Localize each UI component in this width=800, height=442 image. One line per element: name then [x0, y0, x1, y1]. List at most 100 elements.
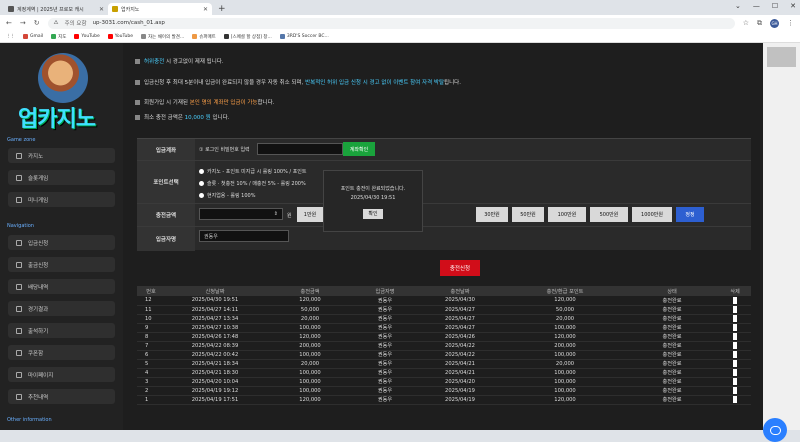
browser-tab-2[interactable]: 업카지노 ✕	[108, 3, 212, 15]
delete-row-button[interactable]	[733, 342, 737, 349]
dialog-ok-button[interactable]: 확인	[363, 209, 383, 219]
reset-amount-button[interactable]: 정정	[676, 207, 704, 222]
menu-icon[interactable]: ⋮	[787, 19, 794, 27]
delete-row-button[interactable]	[733, 296, 737, 304]
bookmark-item[interactable]: YouTube	[74, 34, 100, 39]
col-header: 신청날짜	[165, 286, 265, 296]
warning-icon: ⚠	[53, 20, 59, 26]
delete-row-button[interactable]	[733, 306, 737, 313]
address-bar-row: ← → ↻ ⚠ 주의 요함 up-3031.com/cash_01.asp ☆ …	[0, 15, 800, 31]
sidebar-item-bet-history[interactable]: 배당내역	[8, 279, 115, 294]
close-tab-icon[interactable]: ✕	[99, 6, 104, 13]
close-tab-icon[interactable]: ✕	[203, 6, 208, 13]
url-bar[interactable]: ⚠ 주의 요함 up-3031.com/cash_01.asp	[47, 17, 735, 29]
table-cell: 2025/04/19 17:51	[165, 395, 265, 405]
account-label: 입금계좌	[137, 139, 195, 160]
minimize-icon[interactable]: —	[753, 2, 760, 10]
delete-row-button[interactable]	[733, 360, 737, 367]
radio-icon	[199, 181, 204, 186]
forward-icon[interactable]: →	[20, 19, 26, 27]
amount-1m-button[interactable]: 100만원	[548, 207, 586, 222]
bookmark-item[interactable]: 3RD'S Soccer BC...	[279, 34, 329, 39]
bookmark-item[interactable]: 지도	[51, 34, 66, 40]
bookmark-item[interactable]: [스페셜 할 상점] 창...	[223, 34, 272, 40]
delete-row-button[interactable]	[733, 324, 737, 331]
delete-row-button[interactable]	[733, 315, 737, 322]
table-row: 1 2025/04/19 17:51 120,000 권동우 2025/04/19 120…	[137, 395, 751, 405]
site-logo[interactable]: 업카지노	[10, 51, 115, 132]
amount-10k-button[interactable]: 1만원	[297, 207, 323, 222]
sidebar-item-withdraw[interactable]: 출금신청	[8, 257, 115, 272]
table-cell: 2025/04/20 10:04	[165, 377, 265, 387]
table-cell: 권동우	[355, 296, 415, 306]
amount-5m-button[interactable]: 500만원	[590, 207, 628, 222]
sidebar-item-results[interactable]: 경기결과	[8, 301, 115, 316]
maximize-icon[interactable]: ☐	[772, 2, 778, 10]
sidebar-item-coupon[interactable]: 쿠폰함	[8, 345, 115, 360]
sidebar-item-referral[interactable]: 추천내역	[8, 389, 115, 404]
scrollbar-thumb[interactable]	[767, 47, 796, 67]
col-header: 충전날짜	[415, 286, 505, 296]
form-row-name: 입금자명 권동우	[137, 227, 751, 251]
table-cell: 충전완료	[625, 341, 719, 351]
apps-icon[interactable]: ⋮⋮	[6, 34, 15, 39]
sidebar-item-mypage[interactable]: 마이페이지	[8, 367, 115, 382]
extensions-icon[interactable]: ⧉	[757, 19, 762, 28]
youtube-icon	[74, 34, 80, 39]
bookmark-item[interactable]: Gmail	[23, 34, 43, 39]
delete-row-button[interactable]	[733, 369, 737, 376]
sidebar-item-mini-game[interactable]: 미니게임	[8, 192, 115, 207]
page-scrollbar[interactable]	[763, 43, 800, 430]
browser-tab-1[interactable]: 계정계역 | 2025년 프로모 캐시 ✕	[4, 3, 108, 15]
table-cell: 2025/04/22 08:39	[165, 341, 265, 351]
submit-deposit-button[interactable]: 충전신청	[440, 260, 480, 276]
col-header: 충전금액	[265, 286, 355, 296]
delete-row-button[interactable]	[733, 396, 737, 403]
table-cell: 2	[137, 386, 165, 396]
col-header: 상태	[625, 286, 719, 296]
star-icon[interactable]: ☆	[743, 19, 749, 27]
table-cell: 100,000	[265, 350, 355, 360]
table-cell: 2025/04/27	[415, 314, 505, 324]
sidebar-item-casino[interactable]: 카지노	[8, 148, 115, 163]
back-icon[interactable]: ←	[6, 19, 12, 27]
table-cell: 2025/04/22	[415, 341, 505, 351]
delete-row-button[interactable]	[733, 387, 737, 394]
delete-row-button[interactable]	[733, 333, 737, 340]
amount-500k-button[interactable]: 50만원	[512, 207, 544, 222]
new-tab-button[interactable]: +	[212, 3, 232, 15]
point-option-slot[interactable]: 슬롯 · 첫충전 10% / 매충전 5% - 롤링 200%	[199, 180, 306, 187]
tab-title: 업카지노	[121, 6, 140, 13]
amount-300k-button[interactable]: 30만원	[476, 207, 508, 222]
sidebar: 업카지노 Game zone 카지노 슬롯게임 미니게임 Navigation …	[0, 43, 123, 430]
reload-icon[interactable]: ↻	[34, 19, 40, 27]
sidebar-item-attendance[interactable]: 출석하기	[8, 323, 115, 338]
amount-10m-button[interactable]: 1000만원	[632, 207, 672, 222]
delete-row-button[interactable]	[733, 351, 737, 358]
check-account-button[interactable]: 계좌확인	[343, 142, 375, 156]
point-option-casino[interactable]: 카지노 - 포인트 미지급 시 롤링 100% / 포인트	[199, 168, 307, 175]
table-cell: 충전완료	[625, 395, 719, 405]
sidebar-item-slot[interactable]: 슬롯게임	[8, 170, 115, 185]
table-cell: 100,000	[265, 386, 355, 396]
col-header: 삭제	[719, 286, 751, 296]
delete-row-button[interactable]	[733, 378, 737, 385]
sidebar-item-deposit[interactable]: 입금신청	[8, 235, 115, 250]
chevron-down-icon[interactable]: ⌄	[735, 2, 741, 10]
bullet-icon	[135, 79, 140, 85]
amount-stepper[interactable]: ⇕	[199, 208, 283, 220]
coupon-icon	[16, 349, 22, 356]
point-option-local[interactable]: 현지업용 - 롤링 100%	[199, 192, 255, 199]
password-input[interactable]	[257, 143, 343, 155]
depositor-name-input[interactable]: 권동우	[199, 230, 289, 242]
bookmark-item[interactable]: 자는 채이의 발견...	[141, 34, 184, 40]
table-cell: 9	[137, 323, 165, 333]
success-dialog: 포인트 충전이 완료되었습니다. 2025/04/30 19:51 확인	[323, 170, 423, 232]
table-cell: 2025/04/21 18:34	[165, 359, 265, 369]
bookmark-item[interactable]: YouTube	[107, 34, 133, 39]
table-cell: 120,000	[265, 332, 355, 342]
bookmark-item[interactable]: 슈퍼매트	[192, 34, 216, 40]
profile-avatar[interactable]: GH	[770, 18, 779, 28]
chat-support-button[interactable]	[763, 418, 787, 442]
close-window-icon[interactable]: ✕	[790, 2, 796, 10]
